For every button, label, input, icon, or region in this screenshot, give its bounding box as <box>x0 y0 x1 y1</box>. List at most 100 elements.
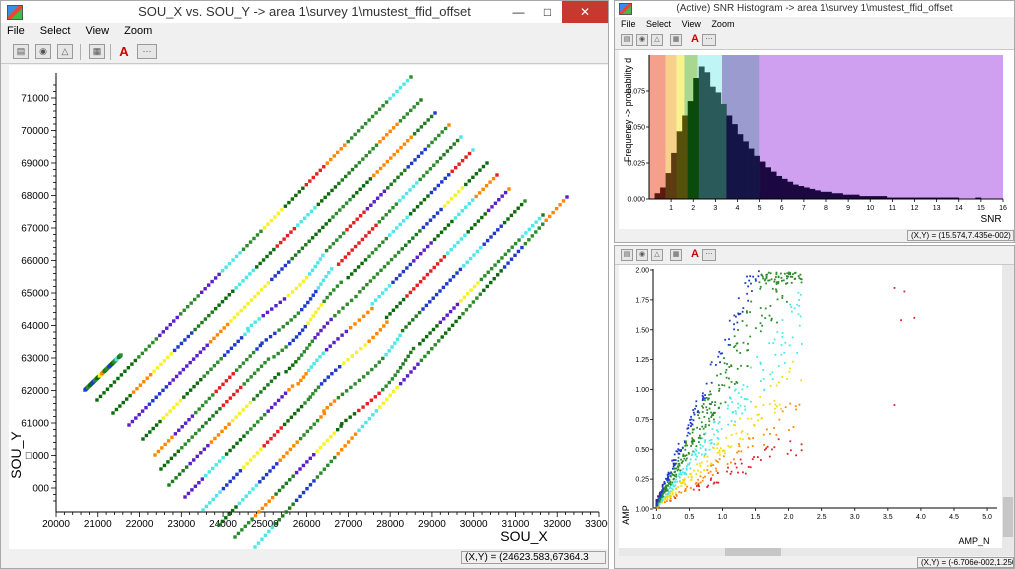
amp-point <box>798 298 800 301</box>
menu-select[interactable]: Select <box>642 18 675 29</box>
source-point <box>294 193 298 198</box>
amp-point <box>708 393 711 396</box>
source-point <box>253 320 257 324</box>
source-point <box>473 222 477 227</box>
menu-file[interactable]: File <box>615 18 640 29</box>
source-point <box>166 460 170 464</box>
source-point <box>267 499 271 503</box>
minimize-icon[interactable]: — <box>504 1 533 23</box>
main-plot-area[interactable]: 20000 21000 22000 23000 24000 25000 26000 27000… <box>8 65 608 549</box>
source-point <box>211 414 215 418</box>
zoom-icon[interactable]: ◉ <box>35 44 51 59</box>
amp-point <box>739 352 742 354</box>
menu-view[interactable]: View <box>678 18 705 29</box>
menu-zoom[interactable]: Zoom <box>118 23 158 37</box>
print-icon[interactable]: ▤ <box>621 249 633 261</box>
amp-window: ▤ ◉ △ ▦ A ⋯ 2.00 1.75 1.50 1.25 1.00 0.75 0.50… <box>614 245 1015 569</box>
y-tick-label: 0.000 <box>627 197 645 204</box>
source-point <box>249 298 254 302</box>
grid-icon[interactable]: ▦ <box>670 249 682 261</box>
source-point <box>204 473 208 478</box>
amp-point <box>738 445 741 448</box>
amp-point <box>713 412 716 414</box>
source-point <box>424 334 429 339</box>
source-point <box>168 409 172 413</box>
maximize-icon[interactable]: □ <box>533 1 562 23</box>
source-point <box>252 423 257 428</box>
amp-point <box>692 419 695 422</box>
menu-zoom[interactable]: Zoom <box>707 18 738 29</box>
source-point <box>453 193 457 197</box>
amp-point <box>723 449 726 452</box>
source-point <box>395 122 399 127</box>
source-point <box>306 368 311 373</box>
horizontal-scrollbar[interactable] <box>619 548 1002 556</box>
source-point <box>370 227 375 231</box>
source-point <box>395 149 400 153</box>
source-point <box>353 382 357 386</box>
source-point <box>481 164 486 169</box>
zoom-icon[interactable]: ◉ <box>636 34 648 46</box>
source-point <box>206 283 211 287</box>
amp-point <box>737 312 740 315</box>
source-point <box>430 140 434 145</box>
main-titlebar[interactable]: SOU_X vs. SOU_Y -> area 1\survey 1\muste… <box>1 1 608 23</box>
amp-point <box>786 377 789 380</box>
source-point <box>298 467 302 471</box>
source-point <box>230 418 235 423</box>
ruler-icon[interactable]: ⋯ <box>702 249 716 261</box>
amp-point <box>710 438 713 441</box>
amp-point <box>726 470 728 473</box>
source-point <box>440 180 444 184</box>
select-icon[interactable]: △ <box>57 44 73 59</box>
source-point <box>447 123 451 127</box>
source-point <box>486 208 491 213</box>
print-icon[interactable]: ▤ <box>13 44 29 59</box>
vertical-scrollbar[interactable] <box>1002 265 1014 556</box>
print-icon[interactable]: ▤ <box>621 34 633 46</box>
menu-select[interactable]: Select <box>34 23 77 37</box>
amp-point <box>704 394 706 396</box>
amp-point <box>800 449 803 452</box>
ruler-icon[interactable]: ⋯ <box>702 34 716 46</box>
source-point <box>458 267 463 272</box>
source-point <box>171 378 175 382</box>
horizontal-scroll-thumb[interactable] <box>725 548 781 556</box>
source-point <box>371 146 375 151</box>
source-point <box>123 369 127 373</box>
menu-file[interactable]: File <box>1 23 31 37</box>
histogram-titlebar[interactable]: (Active) SNR Histogram -> area 1\survey … <box>615 1 1014 17</box>
amp-point <box>682 467 685 470</box>
source-point <box>151 399 155 403</box>
source-point <box>192 458 196 462</box>
histogram-plot-area[interactable]: 1 2 3 4 5 6 7 8 9 10 11 12 13 14 15 16 0.075 0.050 0.025 0.… <box>619 50 1014 229</box>
select-icon[interactable]: △ <box>651 34 663 46</box>
source-point <box>288 478 292 482</box>
y-tick-label: 000 <box>32 484 49 495</box>
source-point <box>289 318 293 322</box>
amp-point <box>712 418 715 421</box>
vertical-scroll-thumb[interactable] <box>1003 497 1013 537</box>
ruler-icon[interactable]: ⋯ <box>137 44 157 59</box>
x-tick-label: 1.0 <box>651 514 661 521</box>
amp-point <box>799 315 802 318</box>
grid-icon[interactable]: ▦ <box>89 44 105 59</box>
close-icon[interactable]: ✕ <box>562 1 608 23</box>
zoom-icon[interactable]: ◉ <box>636 249 648 261</box>
amp-point <box>699 465 702 467</box>
amp-point <box>769 272 772 275</box>
amp-point <box>685 467 688 470</box>
amp-plot-area[interactable]: 2.00 1.75 1.50 1.25 1.00 0.75 0.50 0.25 1.00 1.0 0… <box>619 265 1002 556</box>
text-annotation-icon[interactable]: A <box>687 248 703 263</box>
select-icon[interactable]: △ <box>651 249 663 261</box>
source-point <box>443 226 447 231</box>
source-point <box>413 158 417 162</box>
text-annotation-icon[interactable]: A <box>687 33 703 48</box>
amp-point <box>754 327 757 330</box>
text-annotation-icon[interactable]: A <box>116 44 132 59</box>
source-point <box>432 237 437 242</box>
source-point <box>415 283 419 287</box>
grid-icon[interactable]: ▦ <box>670 34 682 46</box>
menu-view[interactable]: View <box>79 23 115 37</box>
source-point <box>393 373 397 377</box>
